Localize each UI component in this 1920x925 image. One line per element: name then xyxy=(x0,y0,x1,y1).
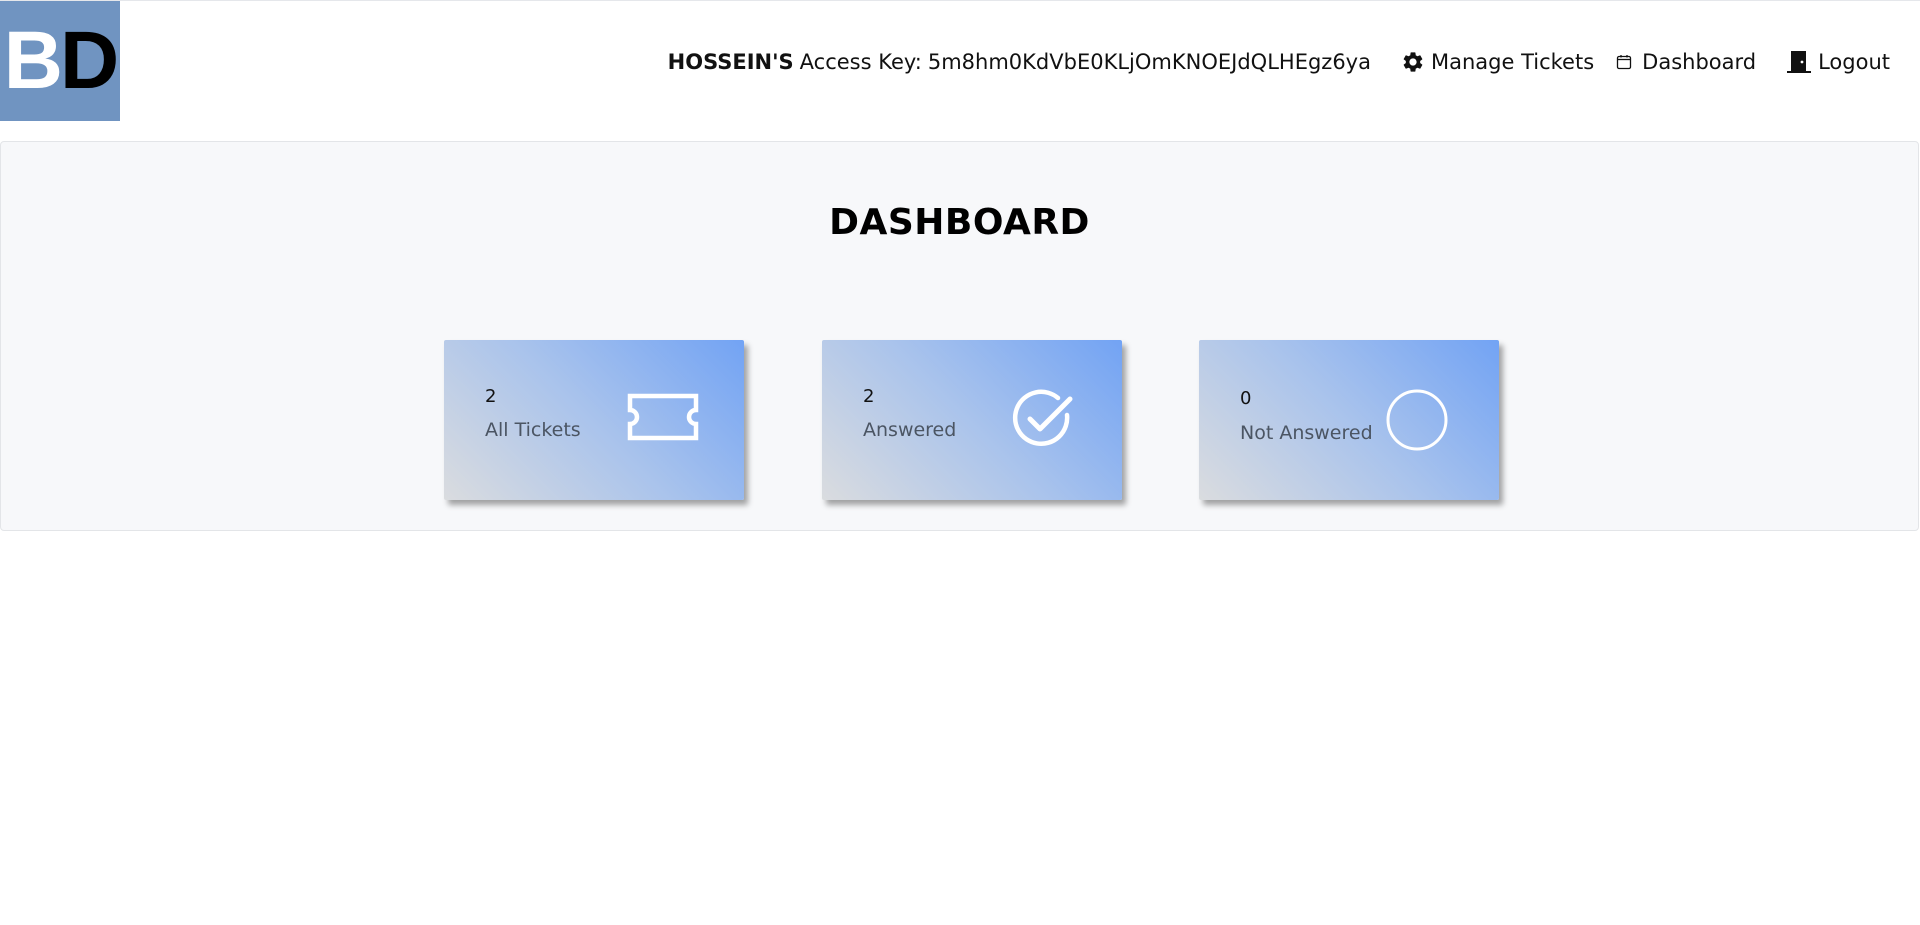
card-answered[interactable]: 2 Answered xyxy=(822,340,1122,500)
nav-bar: HOSSEIN'S Access Key: 5m8hm0KdVbE0KLjOmK… xyxy=(668,47,1890,77)
ticket-icon xyxy=(627,393,699,441)
user-name: HOSSEIN'S xyxy=(667,50,794,74)
all-tickets-count: 2 xyxy=(485,386,497,407)
page-title: DASHBOARD xyxy=(829,202,1090,243)
not-answered-count: 0 xyxy=(1240,388,1252,409)
logo-text: BD xyxy=(4,20,119,102)
logo-letter-b: B xyxy=(3,15,63,106)
nav-logout[interactable]: Logout xyxy=(1786,50,1890,74)
nav-logout-label: Logout xyxy=(1818,50,1890,74)
nav-manage-tickets[interactable]: Manage Tickets xyxy=(1401,50,1594,74)
answered-label: Answered xyxy=(863,419,957,441)
answered-count: 2 xyxy=(863,386,875,407)
gear-icon xyxy=(1403,52,1423,72)
nav-manage-tickets-label: Manage Tickets xyxy=(1430,50,1595,74)
card-all-tickets[interactable]: 2 All Tickets xyxy=(444,340,744,500)
dashboard-panel: DASHBOARD 2 All Tickets 2 Answered 0 Not… xyxy=(0,141,1919,531)
circle-icon xyxy=(1386,389,1448,451)
logo-letter-d: D xyxy=(60,15,119,106)
nav-dashboard[interactable]: Dashboard xyxy=(1616,50,1756,74)
access-key-value: 5m8hm0KdVbE0KLjOmKNOEJdQLHEgz6ya xyxy=(927,50,1371,74)
top-navbar: BD HOSSEIN'S Access Key: 5m8hm0KdVbE0KLj… xyxy=(0,0,1920,122)
check-circle-icon xyxy=(1012,389,1073,447)
nav-dashboard-label: Dashboard xyxy=(1642,50,1757,74)
access-key-label: Access Key: xyxy=(799,50,922,74)
calendar-icon xyxy=(1617,55,1632,70)
card-not-answered[interactable]: 0 Not Answered xyxy=(1199,340,1499,500)
not-answered-label: Not Answered xyxy=(1240,422,1373,444)
brand-logo[interactable]: BD xyxy=(0,1,120,121)
all-tickets-label: All Tickets xyxy=(485,419,581,441)
door-icon xyxy=(1787,51,1812,73)
